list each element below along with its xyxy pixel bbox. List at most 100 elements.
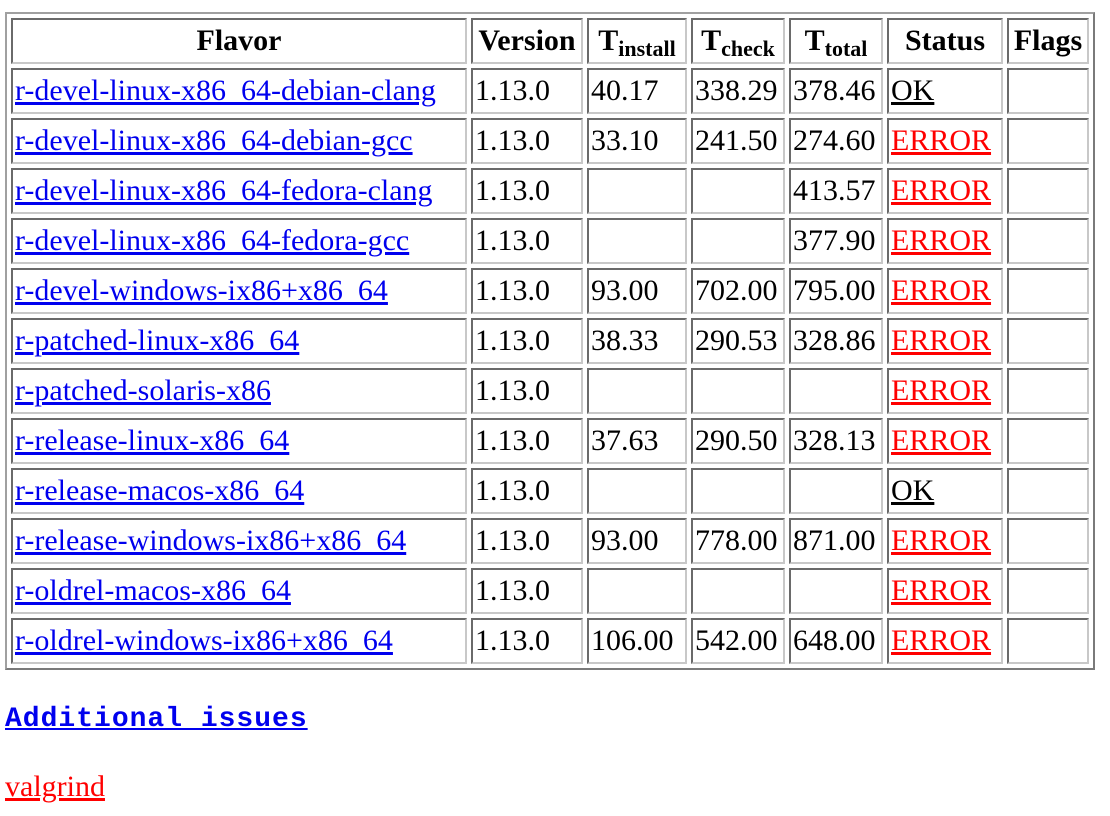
table-row: r-devel-windows-ix86+x86_64 1.13.0 93.00 70… [11, 268, 1089, 314]
status-link[interactable]: OK [891, 74, 934, 107]
cell-flags [1007, 368, 1089, 414]
status-link[interactable]: ERROR [891, 174, 991, 207]
cell-t-total: 377.90 [789, 218, 883, 264]
cell-t-install: 40.17 [587, 68, 687, 114]
flavor-link[interactable]: r-devel-linux-x86_64-fedora-gcc [15, 224, 409, 257]
header-flags: Flags [1007, 18, 1089, 64]
cell-t-total: 378.46 [789, 68, 883, 114]
cell-t-check [691, 368, 785, 414]
cell-version: 1.13.0 [471, 168, 583, 214]
cell-version: 1.13.0 [471, 268, 583, 314]
cell-status: ERROR [887, 368, 1003, 414]
cell-version: 1.13.0 [471, 218, 583, 264]
cell-t-install: 37.63 [587, 418, 687, 464]
valgrind-issue-link[interactable]: valgrind [5, 770, 105, 804]
flavor-link[interactable]: r-devel-linux-x86_64-fedora-clang [15, 174, 433, 207]
cell-flavor: r-devel-linux-x86_64-debian-clang [11, 68, 467, 114]
table-row: r-devel-linux-x86_64-debian-clang 1.13.0 4… [11, 68, 1089, 114]
cell-flags [1007, 118, 1089, 164]
cell-version: 1.13.0 [471, 618, 583, 664]
cell-status: ERROR [887, 218, 1003, 264]
flavor-link[interactable]: r-release-linux-x86_64 [15, 424, 289, 457]
cell-status: ERROR [887, 518, 1003, 564]
cell-version: 1.13.0 [471, 418, 583, 464]
flavor-link[interactable]: r-release-windows-ix86+x86_64 [15, 524, 406, 557]
cell-flavor: r-patched-solaris-x86 [11, 368, 467, 414]
cell-status: ERROR [887, 168, 1003, 214]
status-link[interactable]: OK [891, 474, 934, 507]
cell-t-check [691, 218, 785, 264]
cell-version: 1.13.0 [471, 518, 583, 564]
header-t-install: Tinstall [587, 18, 687, 64]
cell-t-total: 413.57 [789, 168, 883, 214]
status-link[interactable]: ERROR [891, 324, 991, 357]
cell-t-check: 778.00 [691, 518, 785, 564]
status-link[interactable]: ERROR [891, 574, 991, 607]
cell-t-total: 328.13 [789, 418, 883, 464]
cell-status: ERROR [887, 118, 1003, 164]
status-link[interactable]: ERROR [891, 524, 991, 557]
cell-status: OK [887, 468, 1003, 514]
cell-version: 1.13.0 [471, 368, 583, 414]
cell-status: ERROR [887, 318, 1003, 364]
cell-t-check: 290.50 [691, 418, 785, 464]
flavor-link[interactable]: r-devel-windows-ix86+x86_64 [15, 274, 388, 307]
flavor-link[interactable]: r-oldrel-windows-ix86+x86_64 [15, 624, 393, 657]
flavor-link[interactable]: r-devel-linux-x86_64-debian-clang [15, 74, 436, 107]
cell-version: 1.13.0 [471, 118, 583, 164]
cell-t-install [587, 568, 687, 614]
header-flavor: Flavor [11, 18, 467, 64]
cell-flags [1007, 168, 1089, 214]
flavor-link[interactable]: r-devel-linux-x86_64-debian-gcc [15, 124, 413, 157]
table-row: r-patched-solaris-x86 1.13.0 ERROR [11, 368, 1089, 414]
status-link[interactable]: ERROR [891, 424, 991, 457]
flavor-link[interactable]: r-patched-linux-x86_64 [15, 324, 299, 357]
cell-version: 1.13.0 [471, 468, 583, 514]
cell-t-check: 338.29 [691, 68, 785, 114]
cell-t-total [789, 468, 883, 514]
status-link[interactable]: ERROR [891, 224, 991, 257]
cell-t-install [587, 368, 687, 414]
header-version: Version [471, 18, 583, 64]
cell-flavor: r-patched-linux-x86_64 [11, 318, 467, 364]
cell-t-total [789, 568, 883, 614]
flavor-link[interactable]: r-oldrel-macos-x86_64 [15, 574, 291, 607]
cell-flavor: r-devel-linux-x86_64-debian-gcc [11, 118, 467, 164]
cell-flags [1007, 518, 1089, 564]
status-link[interactable]: ERROR [891, 124, 991, 157]
cell-t-install: 33.10 [587, 118, 687, 164]
cell-t-install: 93.00 [587, 268, 687, 314]
cell-status: ERROR [887, 418, 1003, 464]
header-t-total-sub: total [824, 36, 868, 61]
cell-t-total: 328.86 [789, 318, 883, 364]
cell-t-install: 106.00 [587, 618, 687, 664]
status-link[interactable]: ERROR [891, 374, 991, 407]
cell-t-check: 241.50 [691, 118, 785, 164]
status-link[interactable]: ERROR [891, 274, 991, 307]
cell-flavor: r-devel-linux-x86_64-fedora-clang [11, 168, 467, 214]
cell-version: 1.13.0 [471, 318, 583, 364]
flavor-link[interactable]: r-release-macos-x86_64 [15, 474, 304, 507]
cell-t-total: 795.00 [789, 268, 883, 314]
cell-flags [1007, 418, 1089, 464]
header-t-check-sub: check [721, 36, 775, 61]
cell-t-total: 648.00 [789, 618, 883, 664]
cell-status: OK [887, 68, 1003, 114]
table-row: r-oldrel-macos-x86_64 1.13.0 ERROR [11, 568, 1089, 614]
status-link[interactable]: ERROR [891, 624, 991, 657]
table-row: r-release-linux-x86_64 1.13.0 37.63 290.50 3… [11, 418, 1089, 464]
cell-flags [1007, 468, 1089, 514]
cell-t-check: 290.53 [691, 318, 785, 364]
table-row: r-oldrel-windows-ix86+x86_64 1.13.0 106.00… [11, 618, 1089, 664]
header-t-install-main: T [598, 24, 619, 57]
cell-flags [1007, 568, 1089, 614]
table-row: r-devel-linux-x86_64-fedora-gcc 1.13.0 377… [11, 218, 1089, 264]
table-row: r-release-macos-x86_64 1.13.0 OK [11, 468, 1089, 514]
cell-flavor: r-devel-windows-ix86+x86_64 [11, 268, 467, 314]
cell-flavor: r-oldrel-macos-x86_64 [11, 568, 467, 614]
table-row: r-devel-linux-x86_64-fedora-clang 1.13.0 4… [11, 168, 1089, 214]
flavor-link[interactable]: r-patched-solaris-x86 [15, 374, 271, 407]
cell-status: ERROR [887, 618, 1003, 664]
header-t-total: Ttotal [789, 18, 883, 64]
additional-issues-link[interactable]: Additional issues [5, 704, 308, 735]
